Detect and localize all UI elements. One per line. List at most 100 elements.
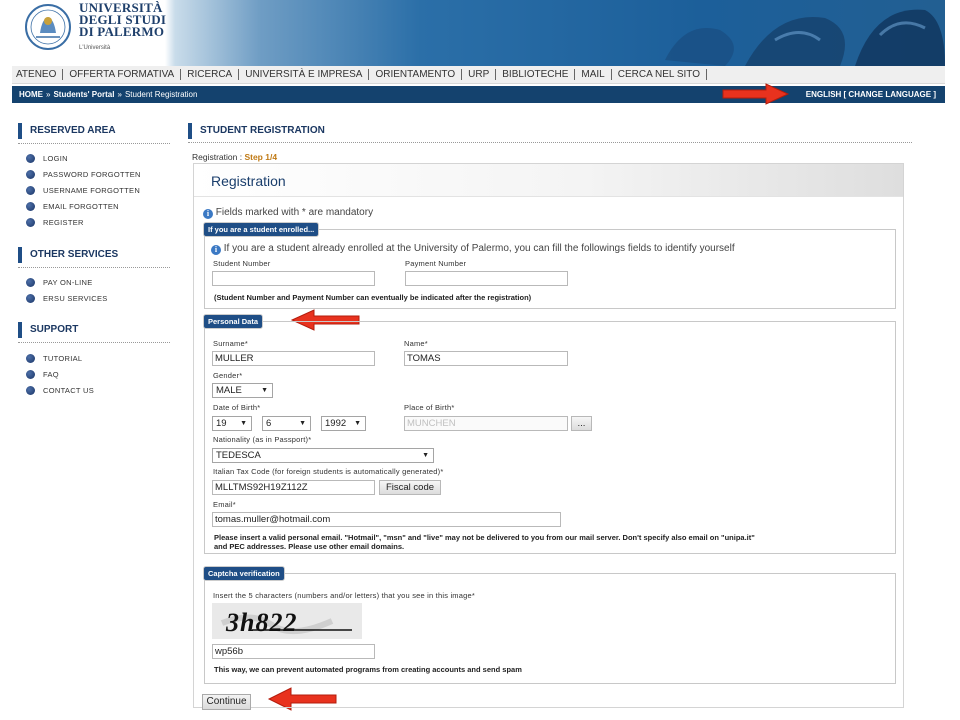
- email-note: Please insert a valid personal email. "H…: [214, 533, 889, 551]
- section-legend: If you are a student enrolled...: [203, 222, 320, 237]
- sidebar-item-username-forgotten[interactable]: USERNAME FORGOTTEN: [26, 186, 140, 195]
- nav-biblioteche[interactable]: BIBLIOTECHE: [496, 69, 574, 80]
- email-note-line: and PEC addresses. Please use other emai…: [214, 542, 405, 551]
- page-title: STUDENT REGISTRATION: [188, 123, 912, 139]
- mandatory-note-text: Fields marked with * are mandatory: [215, 207, 374, 218]
- surname-input[interactable]: MULLER: [212, 351, 375, 366]
- bullet-icon: [26, 370, 35, 379]
- gender-label: Gender*: [213, 371, 243, 380]
- captcha-section: Captcha verification Insert the 5 charac…: [203, 566, 896, 684]
- divider: [18, 342, 170, 343]
- birth-day-value: 19: [216, 418, 227, 429]
- surname-label: Surname*: [213, 339, 248, 348]
- captcha-label: Insert the 5 characters (numbers and/or …: [213, 591, 475, 600]
- birth-month-select[interactable]: 6 ▼: [262, 416, 311, 431]
- nav-ateneo[interactable]: ATENEO: [12, 69, 62, 80]
- nav-orientamento[interactable]: ORIENTAMENTO: [369, 69, 461, 80]
- nav-cerca-nel-sito[interactable]: CERCA NEL SITO: [612, 69, 706, 80]
- sidebar-reserved-area-title: RESERVED AREA: [18, 123, 170, 139]
- chevron-down-icon: ▼: [261, 387, 268, 394]
- captcha-input[interactable]: wp56b: [212, 644, 375, 659]
- sidebar-item-tutorial[interactable]: TUTORIAL: [26, 354, 82, 363]
- section-legend: Personal Data: [203, 314, 264, 329]
- bullet-icon: [26, 294, 35, 303]
- enrolled-info: i If you are a student already enrolled …: [211, 243, 735, 255]
- tax-code-input[interactable]: MLLTMS92H19Z112Z: [212, 480, 375, 495]
- change-language-link[interactable]: ENGLISH [ CHANGE LANGUAGE ]: [806, 90, 936, 99]
- registration-panel: Registration i Fields marked with * are …: [193, 163, 904, 708]
- step-label: Registration :: [192, 152, 245, 162]
- nav-universita-e-impresa[interactable]: UNIVERSITÀ E IMPRESA: [239, 69, 368, 80]
- enrolled-student-section: If you are a student enrolled... i If yo…: [203, 222, 896, 309]
- birth-month-value: 6: [266, 418, 272, 429]
- bullet-icon: [26, 186, 35, 195]
- sidebar-item-login[interactable]: LOGIN: [26, 154, 68, 163]
- breadcrumb: HOME » Students' Portal » Student Regist…: [12, 86, 945, 103]
- place-of-birth-picker-button[interactable]: ...: [571, 416, 592, 431]
- bullet-icon: [26, 354, 35, 363]
- name-label: Name*: [404, 339, 428, 348]
- sidebar-item-email-forgotten[interactable]: EMAIL FORGOTTEN: [26, 202, 119, 211]
- breadcrumb-separator: »: [117, 90, 122, 99]
- bullet-icon: [26, 170, 35, 179]
- chevron-down-icon: ▼: [354, 420, 361, 427]
- bullet-icon: [26, 278, 35, 287]
- student-number-label: Student Number: [213, 259, 271, 268]
- gender-select-value: MALE: [216, 385, 242, 396]
- sidebar-item-contact-us[interactable]: CONTACT US: [26, 386, 94, 395]
- captcha-image: 3h822: [212, 603, 362, 639]
- sidebar-item-password-forgotten[interactable]: PASSWORD FORGOTTEN: [26, 170, 141, 179]
- sidebar-item-label: USERNAME FORGOTTEN: [43, 186, 141, 195]
- sidebar-item-label: TUTORIAL: [43, 354, 83, 363]
- divider: [18, 143, 170, 144]
- birth-year-select[interactable]: 1992 ▼: [321, 416, 366, 431]
- sidebar-other-services-title: OTHER SERVICES: [18, 247, 170, 263]
- sidebar-item-ersu-services[interactable]: ERSU SERVICES: [26, 294, 108, 303]
- birth-day-select[interactable]: 19 ▼: [212, 416, 252, 431]
- top-navigation: ATENEO OFFERTA FORMATIVA RICERCA UNIVERS…: [12, 66, 945, 84]
- place-of-birth-input[interactable]: MUNCHEN: [404, 416, 568, 431]
- place-of-birth-label: Place of Birth*: [404, 403, 455, 412]
- nationality-select[interactable]: TEDESCA ▼: [212, 448, 434, 463]
- sidebar-support-title: SUPPORT: [18, 322, 170, 338]
- captcha-text: 3h822: [225, 608, 297, 637]
- sidebar-item-pay-online[interactable]: PAY ON-LINE: [26, 278, 93, 287]
- nav-offerta-formativa[interactable]: OFFERTA FORMATIVA: [63, 69, 180, 80]
- continue-button[interactable]: Continue: [202, 694, 251, 710]
- sidebar-item-faq[interactable]: FAQ: [26, 370, 59, 379]
- breadcrumb-students-portal[interactable]: Students' Portal: [53, 90, 114, 99]
- registration-title: Registration: [211, 173, 286, 189]
- chevron-down-icon: ▼: [240, 420, 247, 427]
- panel-header: Registration: [194, 164, 903, 197]
- info-icon: i: [203, 209, 213, 219]
- university-name[interactable]: UNIVERSITÀ DEGLI STUDI DI PALERMO: [79, 1, 166, 39]
- sidebar-item-label: PAY ON-LINE: [43, 278, 93, 287]
- university-tagline: L'Università: [79, 45, 111, 51]
- chevron-down-icon: ▼: [299, 420, 306, 427]
- section-legend: Captcha verification: [203, 566, 285, 581]
- payment-number-input[interactable]: [405, 271, 568, 286]
- email-input[interactable]: tomas.muller@hotmail.com: [212, 512, 561, 527]
- nav-urp[interactable]: URP: [462, 69, 495, 80]
- divider: [188, 142, 912, 143]
- chevron-down-icon: ▼: [422, 452, 429, 459]
- student-number-input[interactable]: [212, 271, 375, 286]
- banner-artwork: [665, 9, 945, 66]
- university-name-line: DI PALERMO: [79, 24, 165, 39]
- mandatory-note: i Fields marked with * are mandatory: [203, 207, 373, 219]
- sidebar-item-label: LOGIN: [43, 154, 68, 163]
- gender-select[interactable]: MALE ▼: [212, 383, 273, 398]
- nationality-value: TEDESCA: [216, 450, 261, 461]
- sidebar-item-label: FAQ: [43, 370, 59, 379]
- annotation-arrow-right-icon: [722, 83, 790, 105]
- sidebar-item-register[interactable]: REGISTER: [26, 218, 84, 227]
- date-of-birth-label: Date of Birth*: [213, 403, 261, 412]
- nav-mail[interactable]: MAIL: [575, 69, 610, 80]
- fiscal-code-button[interactable]: Fiscal code: [379, 480, 441, 495]
- university-seal-icon[interactable]: [22, 3, 74, 51]
- enrolled-note: (Student Number and Payment Number can e…: [214, 293, 532, 302]
- nav-ricerca[interactable]: RICERCA: [181, 69, 238, 80]
- breadcrumb-home[interactable]: HOME: [19, 90, 43, 99]
- name-input[interactable]: TOMAS: [404, 351, 568, 366]
- email-label: Email*: [213, 500, 236, 509]
